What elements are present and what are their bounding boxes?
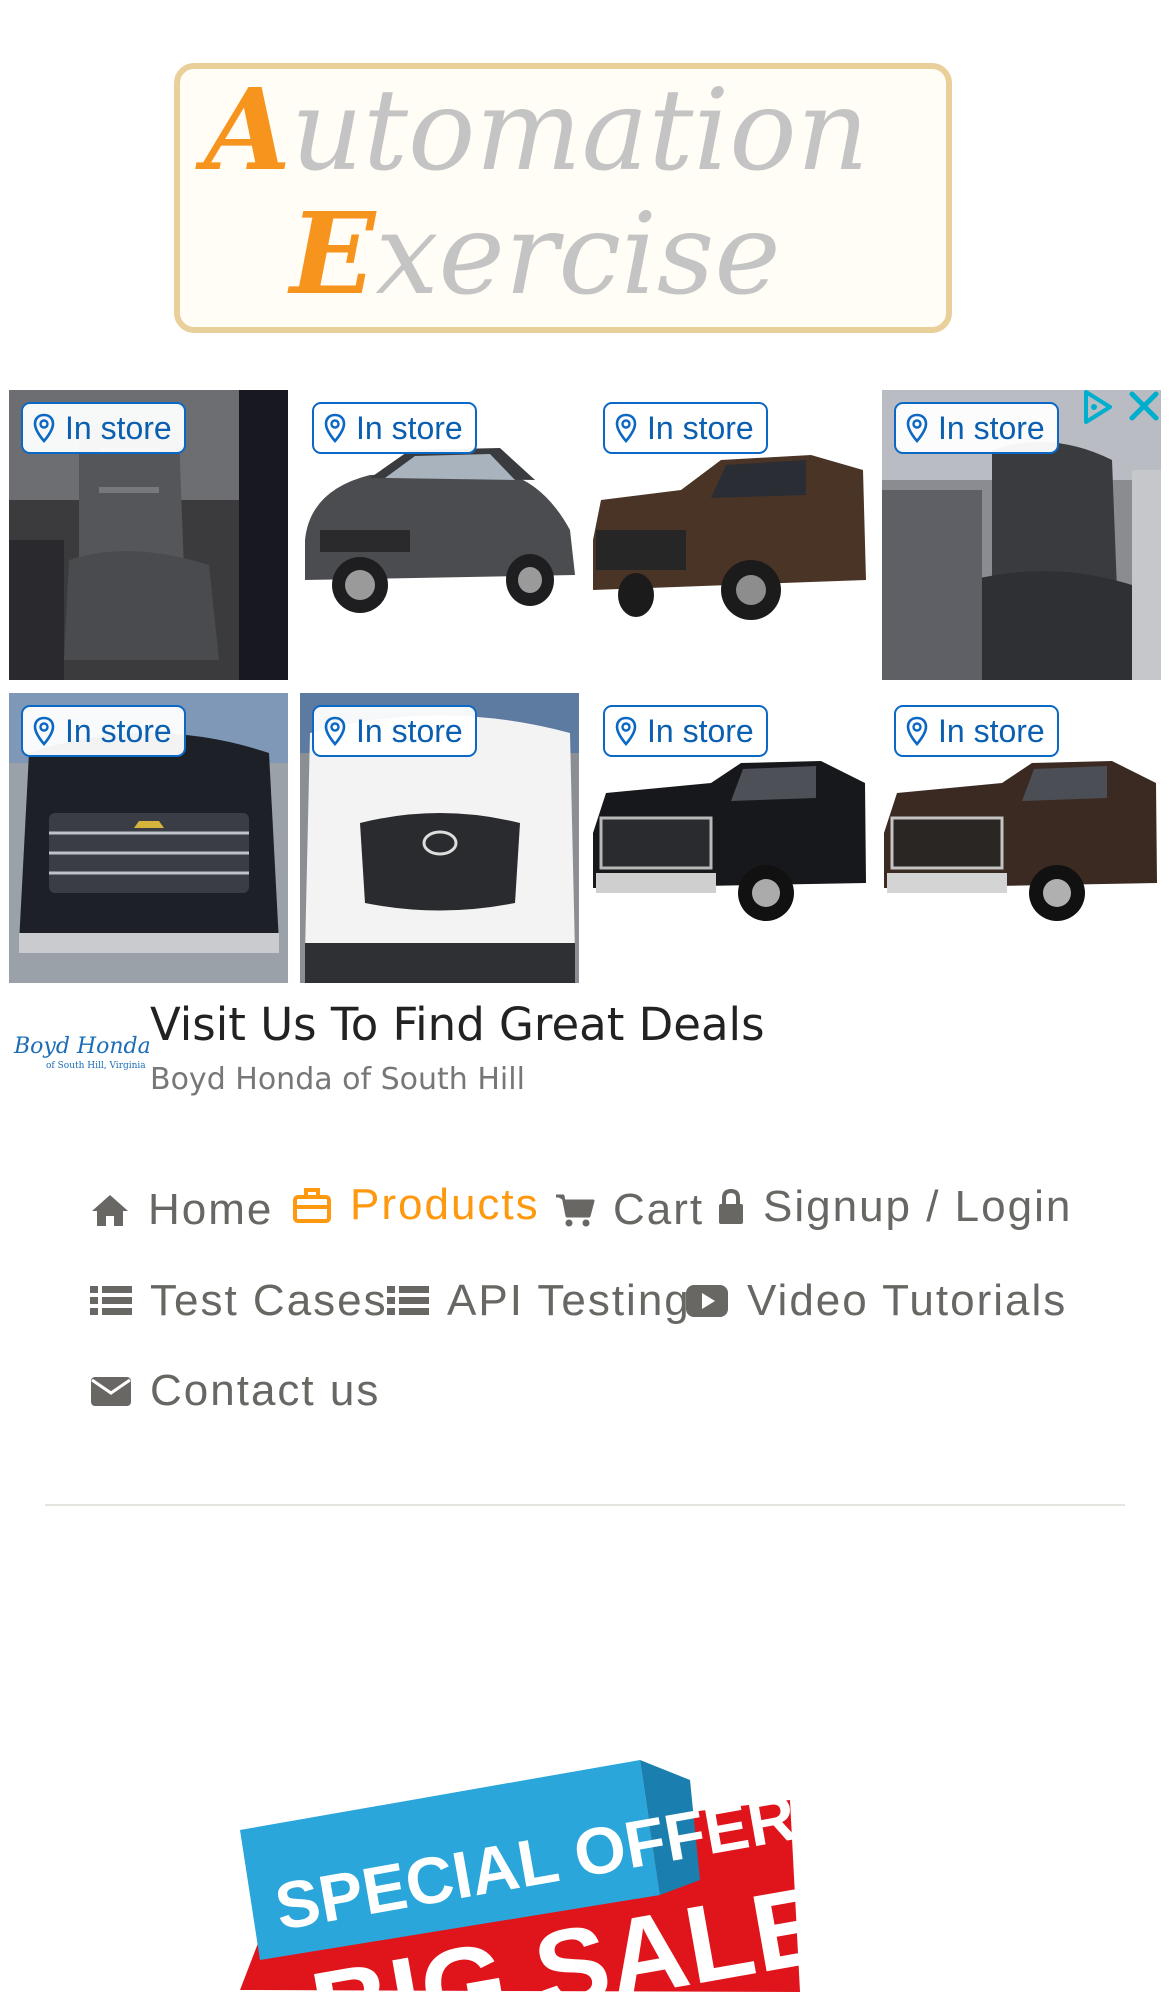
ad-tile-interior-seats[interactable]: In store — [9, 390, 288, 680]
in-store-badge: In store — [603, 402, 768, 454]
in-store-badge: In store — [894, 402, 1059, 454]
badge-label: In store — [938, 712, 1045, 749]
header-divider — [45, 1504, 1125, 1506]
map-pin-icon — [906, 716, 928, 746]
map-pin-icon — [324, 716, 346, 746]
badge-label: In store — [356, 712, 463, 749]
badge-label: In store — [938, 409, 1045, 446]
ad-tile-brown-pickup[interactable]: In store — [591, 390, 870, 680]
special-offer-graphic: SPECIAL OFFER BIG SALE — [240, 1760, 836, 1992]
badge-label: In store — [647, 712, 754, 749]
advertiser-logo-subtext: of South Hill, Virginia — [46, 1061, 146, 1071]
nav-contact[interactable]: Contact us — [90, 1366, 380, 1416]
nav-products[interactable]: Products — [292, 1180, 540, 1230]
close-icon[interactable] — [1124, 386, 1164, 426]
nav-video-tutorials[interactable]: Video Tutorials — [685, 1276, 1067, 1326]
logo-line-1: Automation — [204, 65, 869, 196]
badge-label: In store — [356, 409, 463, 446]
youtube-play-icon — [686, 1285, 728, 1317]
list-icon — [90, 1286, 132, 1315]
adchoices-icon[interactable] — [1078, 388, 1116, 426]
nav-signup-login[interactable]: Signup / Login — [717, 1182, 1072, 1232]
in-store-badge: In store — [21, 705, 186, 757]
briefcase-icon — [293, 1188, 331, 1223]
ad-tile-interior-silver[interactable]: In store — [882, 390, 1161, 680]
site-logo[interactable]: Automation Exercise — [174, 63, 952, 333]
in-store-badge: In store — [21, 402, 186, 454]
badge-label: In store — [65, 409, 172, 446]
nav-home-label: Home — [148, 1185, 274, 1234]
map-pin-icon — [615, 716, 637, 746]
map-pin-icon — [324, 413, 346, 443]
ad-tile-black-ram[interactable]: In store — [591, 693, 870, 983]
map-pin-icon — [33, 413, 55, 443]
cart-icon — [556, 1194, 595, 1227]
map-pin-icon — [33, 716, 55, 746]
list-icon — [387, 1286, 429, 1315]
advertiser-logo[interactable]: Boyd Honda of South Hill, Virginia — [14, 1034, 151, 1071]
nav-products-label: Products — [350, 1180, 540, 1229]
nav-signup-label: Signup / Login — [763, 1182, 1073, 1231]
nav-test-cases[interactable]: Test Cases — [90, 1276, 388, 1326]
ad-tile-gray-suv[interactable]: In store — [300, 390, 579, 680]
home-icon — [92, 1195, 128, 1226]
nav-api-testing[interactable]: API Testing — [387, 1276, 691, 1326]
in-store-badge: In store — [312, 705, 477, 757]
ad-headline[interactable]: Visit Us To Find Great Deals — [150, 998, 765, 1051]
lock-icon — [719, 1188, 743, 1224]
nav-test-cases-label: Test Cases — [150, 1276, 388, 1325]
ad-tile-brown-ram[interactable]: In store — [882, 693, 1161, 983]
ad-tile-black-pickup-front[interactable]: In store — [9, 693, 288, 983]
nav-video-label: Video Tutorials — [747, 1276, 1068, 1325]
nav-cart-label: Cart — [613, 1185, 705, 1234]
special-offer-banner[interactable]: SPECIAL OFFER BIG SALE — [100, 1720, 860, 1992]
in-store-badge: In store — [894, 705, 1059, 757]
nav-cart[interactable]: Cart — [555, 1185, 704, 1235]
map-pin-icon — [906, 413, 928, 443]
in-store-badge: In store — [603, 705, 768, 757]
in-store-badge: In store — [312, 402, 477, 454]
advertiser-logo-text: Boyd Honda — [14, 1034, 151, 1059]
logo-line-2: Exercise — [290, 189, 781, 320]
ad-tile-white-pickup-front[interactable]: In store — [300, 693, 579, 983]
badge-label: In store — [65, 712, 172, 749]
envelope-icon — [91, 1377, 131, 1406]
nav-home[interactable]: Home — [90, 1185, 273, 1235]
badge-label: In store — [647, 409, 754, 446]
nav-contact-label: Contact us — [150, 1366, 381, 1415]
ad-advertiser-name[interactable]: Boyd Honda of South Hill — [150, 1062, 525, 1097]
map-pin-icon — [615, 413, 637, 443]
nav-api-testing-label: API Testing — [447, 1276, 691, 1325]
